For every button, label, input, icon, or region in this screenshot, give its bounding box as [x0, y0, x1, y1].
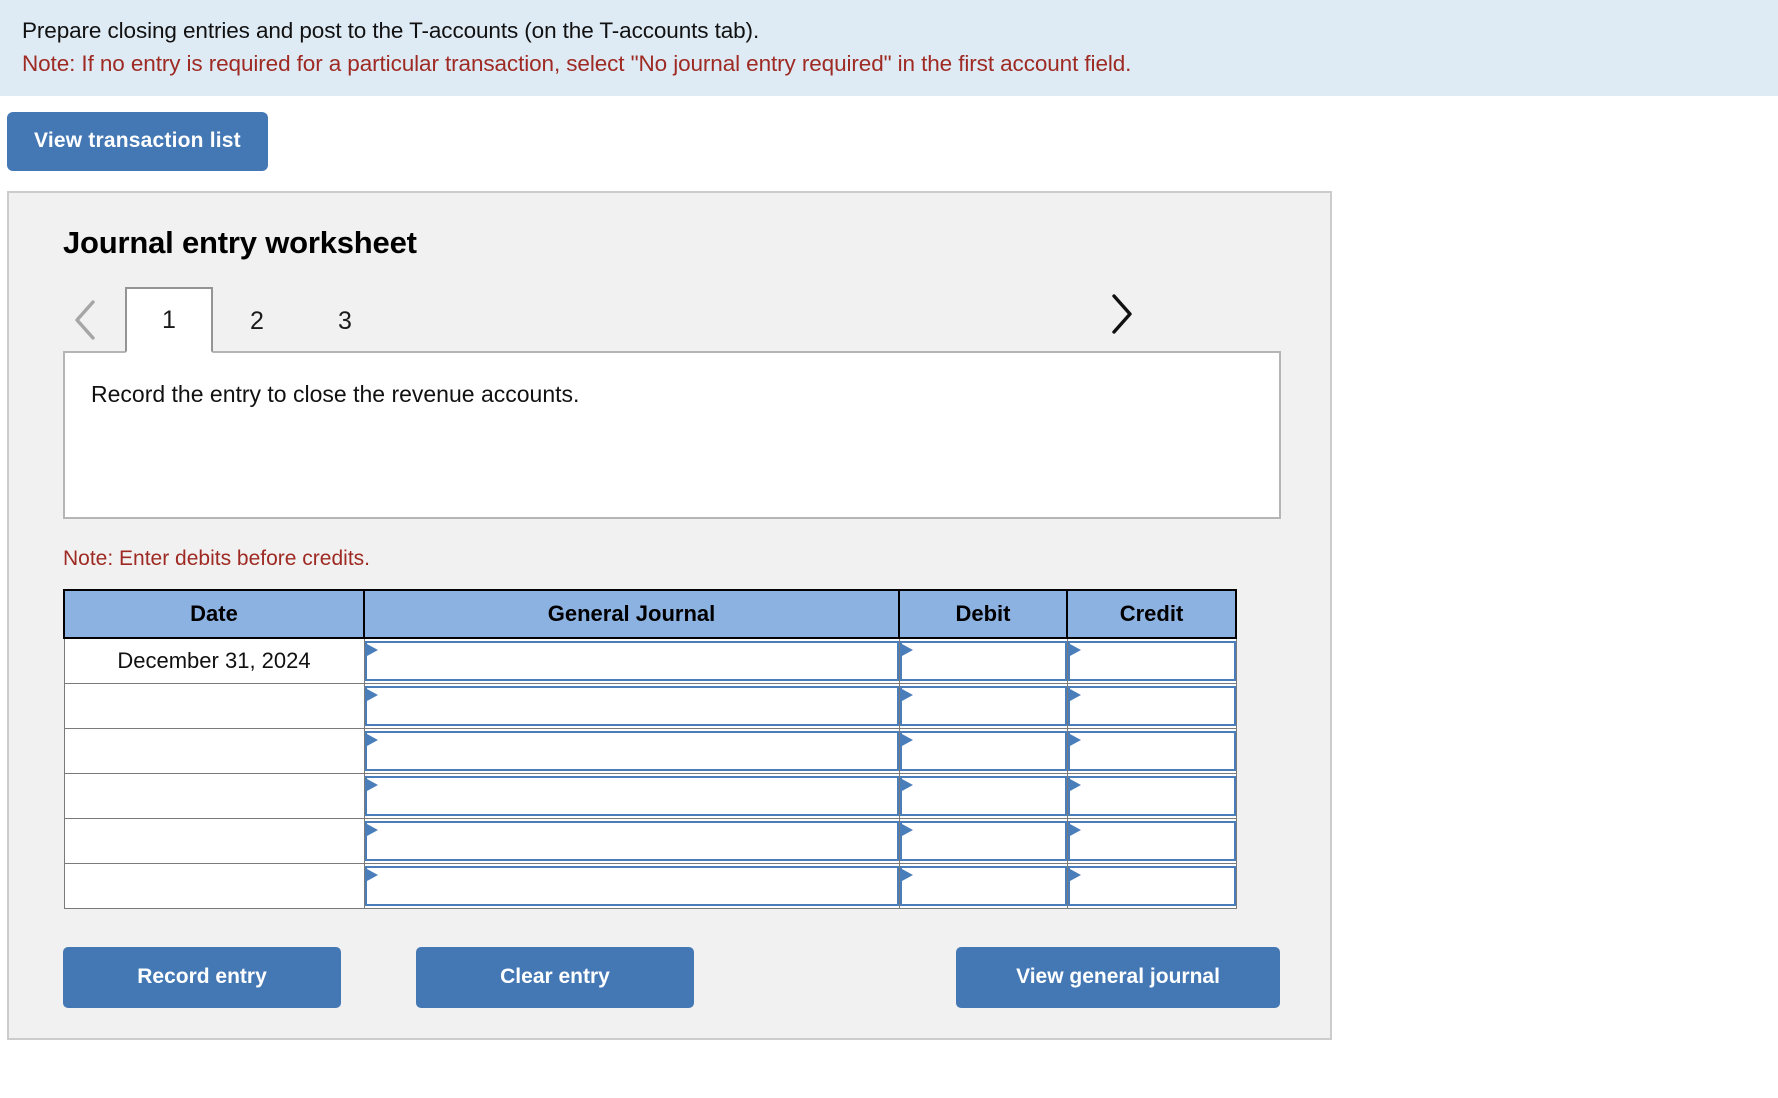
- general-journal-cell: [364, 638, 899, 684]
- entry-instruction-text: Record the entry to close the revenue ac…: [91, 379, 1279, 409]
- column-header-credit: Credit: [1067, 590, 1236, 638]
- debit-cell: [899, 638, 1067, 684]
- credit-cell: [1067, 729, 1236, 774]
- general-journal-cell: [364, 729, 899, 774]
- general-journal-cell: [364, 774, 899, 819]
- record-entry-button[interactable]: Record entry: [63, 947, 341, 1008]
- journal-table-container: Date General Journal Debit Credit Decemb…: [9, 571, 1330, 909]
- instruction-banner: Prepare closing entries and post to the …: [0, 0, 1778, 96]
- tab-entry-2-label: 2: [250, 307, 264, 336]
- tab-entry-3[interactable]: 3: [301, 289, 389, 353]
- date-cell[interactable]: [64, 819, 364, 864]
- debit-input-field[interactable]: [900, 641, 1067, 681]
- banner-primary-text: Prepare closing entries and post to the …: [22, 14, 1778, 47]
- debit-cell: [899, 819, 1067, 864]
- account-select-field[interactable]: [365, 731, 899, 771]
- table-row: [64, 864, 1236, 909]
- credit-input-field[interactable]: [1068, 731, 1236, 771]
- banner-note-text: Note: If no entry is required for a part…: [22, 47, 1778, 80]
- worksheet-tabstrip: 1 2 3: [9, 287, 1330, 353]
- credit-cell: [1067, 638, 1236, 684]
- general-journal-cell: [364, 819, 899, 864]
- table-header-row: Date General Journal Debit Credit: [64, 590, 1236, 638]
- date-cell[interactable]: December 31, 2024: [64, 638, 364, 684]
- journal-entry-table: Date General Journal Debit Credit Decemb…: [63, 589, 1237, 909]
- account-select-field[interactable]: [365, 641, 899, 681]
- debit-input-field[interactable]: [900, 776, 1067, 816]
- tab-entry-3-label: 3: [338, 307, 352, 336]
- next-entry-button[interactable]: [1098, 285, 1144, 343]
- previous-entry-button[interactable]: [63, 291, 109, 349]
- credit-cell: [1067, 684, 1236, 729]
- worksheet-action-buttons: Record entry Clear entry View general jo…: [9, 909, 1330, 1008]
- table-row: [64, 684, 1236, 729]
- date-cell[interactable]: [64, 774, 364, 819]
- clear-entry-button[interactable]: Clear entry: [416, 947, 694, 1008]
- view-transaction-list-button[interactable]: View transaction list: [7, 112, 268, 171]
- table-row: [64, 729, 1236, 774]
- chevron-left-icon: [73, 299, 99, 341]
- credit-cell: [1067, 774, 1236, 819]
- account-select-field[interactable]: [365, 821, 899, 861]
- table-row: December 31, 2024: [64, 638, 1236, 684]
- entry-instruction-box: Record the entry to close the revenue ac…: [63, 351, 1281, 519]
- tab-entry-2[interactable]: 2: [213, 289, 301, 353]
- credit-input-field[interactable]: [1068, 776, 1236, 816]
- date-cell[interactable]: [64, 864, 364, 909]
- table-row: [64, 774, 1236, 819]
- tab-entry-1-label: 1: [162, 306, 176, 335]
- debits-before-credits-note: Note: Enter debits before credits.: [9, 521, 1330, 571]
- credit-input-field[interactable]: [1068, 821, 1236, 861]
- column-header-debit: Debit: [899, 590, 1067, 638]
- general-journal-cell: [364, 864, 899, 909]
- toolbar: View transaction list: [0, 96, 1778, 171]
- debit-input-field[interactable]: [900, 731, 1067, 771]
- date-cell[interactable]: [64, 729, 364, 774]
- account-select-field[interactable]: [365, 686, 899, 726]
- debit-input-field[interactable]: [900, 686, 1067, 726]
- credit-cell: [1067, 819, 1236, 864]
- debit-input-field[interactable]: [900, 821, 1067, 861]
- credit-input-field[interactable]: [1068, 641, 1236, 681]
- debit-cell: [899, 684, 1067, 729]
- chevron-right-icon: [1108, 293, 1134, 335]
- view-general-journal-button[interactable]: View general journal: [956, 947, 1280, 1008]
- debit-cell: [899, 774, 1067, 819]
- credit-input-field[interactable]: [1068, 866, 1236, 906]
- column-header-date: Date: [64, 590, 364, 638]
- account-select-field[interactable]: [365, 866, 899, 906]
- column-header-general-journal: General Journal: [364, 590, 899, 638]
- debit-input-field[interactable]: [900, 866, 1067, 906]
- debit-cell: [899, 729, 1067, 774]
- tab-list: 1 2 3: [125, 287, 389, 353]
- table-row: [64, 819, 1236, 864]
- page-title: Journal entry worksheet: [9, 193, 1330, 261]
- journal-entry-panel: Journal entry worksheet 1 2 3: [7, 191, 1332, 1040]
- debit-cell: [899, 864, 1067, 909]
- credit-input-field[interactable]: [1068, 686, 1236, 726]
- date-cell[interactable]: [64, 684, 364, 729]
- tab-entry-1[interactable]: 1: [125, 287, 213, 353]
- general-journal-cell: [364, 684, 899, 729]
- credit-cell: [1067, 864, 1236, 909]
- account-select-field[interactable]: [365, 776, 899, 816]
